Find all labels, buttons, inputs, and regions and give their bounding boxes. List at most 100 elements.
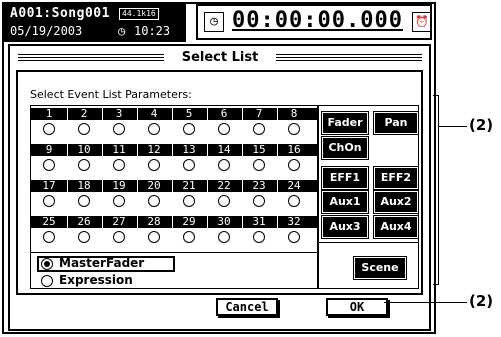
chon-button[interactable]: ChOn xyxy=(321,136,369,160)
counter-value: 00:00:00.000 xyxy=(232,8,403,33)
masterfader-label: MasterFader xyxy=(59,256,145,270)
channel-number: 26 xyxy=(77,215,91,228)
aux2-button[interactable]: Aux2 xyxy=(373,190,419,214)
alarm-clock-icon[interactable]: ⏰ xyxy=(412,12,432,32)
channel-number: 13 xyxy=(182,143,196,156)
bracket-bottom xyxy=(433,284,439,285)
channel-number: 19 xyxy=(112,179,126,192)
sample-rate-badge: 44.1k16 xyxy=(119,8,159,20)
channel-radio[interactable] xyxy=(183,195,195,207)
channel-radio[interactable] xyxy=(183,231,195,243)
channel-radio[interactable] xyxy=(253,159,265,171)
channel-radio[interactable] xyxy=(43,231,55,243)
column-divider xyxy=(102,180,103,192)
channel-radio[interactable] xyxy=(148,231,160,243)
channel-radio[interactable] xyxy=(288,159,300,171)
column-divider xyxy=(277,180,278,192)
column-divider xyxy=(172,144,173,156)
column-divider xyxy=(67,144,68,156)
cancel-button[interactable]: Cancel xyxy=(216,298,278,316)
channel-number: 17 xyxy=(42,179,56,192)
channel-radio[interactable] xyxy=(148,123,160,135)
dialog-content: Select Event List Parameters: MasterFade… xyxy=(16,70,423,295)
column-divider xyxy=(242,180,243,192)
column-divider xyxy=(242,108,243,120)
channel-number: 2 xyxy=(80,107,88,120)
aux1-button[interactable]: Aux1 xyxy=(321,190,369,214)
radio-selected-dot xyxy=(44,261,50,267)
channel-radio[interactable] xyxy=(148,195,160,207)
channel-number: 21 xyxy=(182,179,196,192)
channel-number: 11 xyxy=(112,143,126,156)
column-divider xyxy=(137,108,138,120)
time-counter[interactable]: ◷ 00:00:00.000 ⏰ xyxy=(196,4,432,40)
channel-number: 3 xyxy=(115,107,123,120)
channel-radio[interactable] xyxy=(253,195,265,207)
bracket-vertical xyxy=(438,95,439,284)
select-list-dialog: Select List Select Event List Parameters… xyxy=(8,44,431,331)
column-divider xyxy=(207,108,208,120)
column-divider xyxy=(102,144,103,156)
song-info[interactable]: A001:Song001 44.1k16 05/19/2003 ◷ 10:23 xyxy=(4,4,186,42)
eff1-button[interactable]: EFF1 xyxy=(321,166,369,190)
channel-radio[interactable] xyxy=(183,123,195,135)
column-divider xyxy=(277,216,278,228)
title-stripes-left xyxy=(18,54,164,61)
expression-option[interactable]: Expression xyxy=(33,273,311,289)
channel-radio[interactable] xyxy=(183,159,195,171)
channel-number: 27 xyxy=(112,215,126,228)
channel-radio[interactable] xyxy=(253,123,265,135)
song-name: A001:Song001 xyxy=(10,6,110,21)
channel-radio[interactable] xyxy=(78,195,90,207)
callout-upper: (2) xyxy=(469,116,494,134)
channel-radio[interactable] xyxy=(288,195,300,207)
channel-number: 16 xyxy=(287,143,301,156)
expression-radio[interactable] xyxy=(41,275,53,287)
aux3-button[interactable]: Aux3 xyxy=(321,215,369,239)
channel-number: 10 xyxy=(77,143,91,156)
fader-button[interactable]: Fader xyxy=(321,111,369,135)
eff2-button[interactable]: EFF2 xyxy=(373,166,419,190)
channel-radio[interactable] xyxy=(43,195,55,207)
channel-radio[interactable] xyxy=(253,231,265,243)
channel-radio[interactable] xyxy=(218,195,230,207)
column-divider xyxy=(172,180,173,192)
channel-radio[interactable] xyxy=(78,159,90,171)
column-divider xyxy=(172,108,173,120)
column-divider xyxy=(102,216,103,228)
channel-radio[interactable] xyxy=(148,159,160,171)
channel-radio[interactable] xyxy=(288,231,300,243)
ok-button[interactable]: OK xyxy=(326,298,388,316)
scene-button[interactable]: Scene xyxy=(353,256,407,280)
channel-radio[interactable] xyxy=(218,159,230,171)
channel-radio[interactable] xyxy=(78,123,90,135)
dialog-title: Select List xyxy=(181,50,259,65)
pan-button[interactable]: Pan xyxy=(373,111,419,135)
aux4-button[interactable]: Aux4 xyxy=(373,215,419,239)
channel-radio[interactable] xyxy=(113,231,125,243)
channel-number: 5 xyxy=(185,107,193,120)
callout-lower: (2) xyxy=(469,292,494,310)
column-divider xyxy=(67,216,68,228)
channel-radio[interactable] xyxy=(113,159,125,171)
column-divider xyxy=(137,144,138,156)
column-divider xyxy=(207,180,208,192)
lcd-screen: A001:Song001 44.1k16 05/19/2003 ◷ 10:23 … xyxy=(2,2,436,334)
channel-radio[interactable] xyxy=(78,231,90,243)
channel-radio[interactable] xyxy=(43,159,55,171)
column-divider xyxy=(137,216,138,228)
channel-radio[interactable] xyxy=(113,195,125,207)
channel-radio[interactable] xyxy=(43,123,55,135)
channel-number: 8 xyxy=(290,107,298,120)
channel-radio[interactable] xyxy=(288,123,300,135)
status-bar: A001:Song001 44.1k16 05/19/2003 ◷ 10:23 … xyxy=(4,4,434,42)
column-divider xyxy=(102,108,103,120)
divider xyxy=(31,252,317,253)
masterfader-option[interactable]: MasterFader xyxy=(33,256,311,272)
channel-radio[interactable] xyxy=(218,123,230,135)
channel-number: 24 xyxy=(287,179,301,192)
column-divider xyxy=(242,144,243,156)
channel-radio[interactable] xyxy=(113,123,125,135)
channel-radio[interactable] xyxy=(218,231,230,243)
prompt-text: Select Event List Parameters: xyxy=(30,88,192,101)
